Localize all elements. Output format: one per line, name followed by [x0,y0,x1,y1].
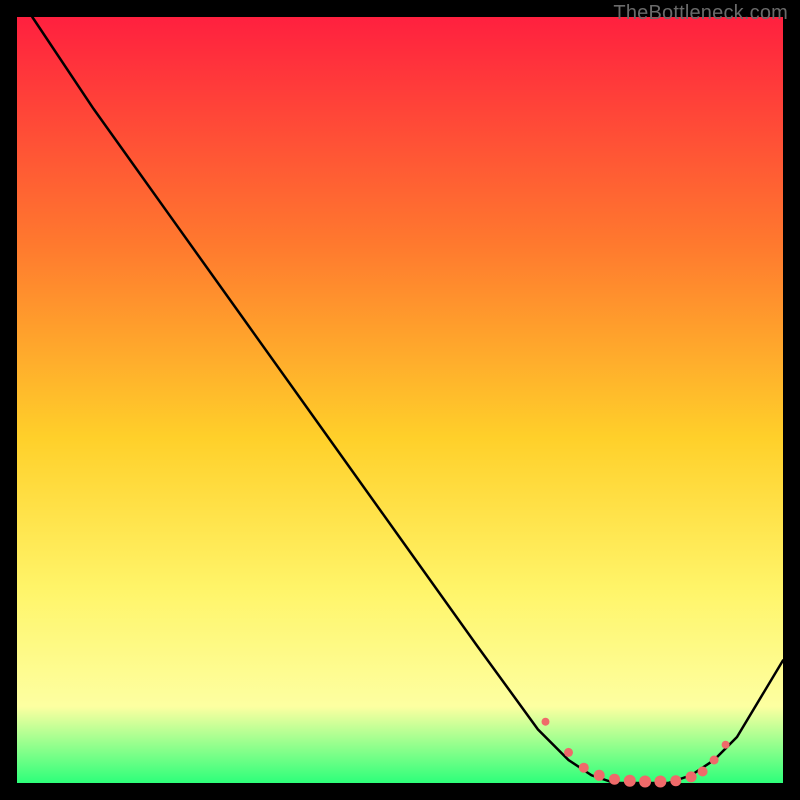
dot [579,763,589,773]
dot [542,718,550,726]
dot [624,775,636,787]
stage: TheBottleneck.com [0,0,800,800]
dot [594,770,605,781]
dot [686,771,697,782]
dot [639,776,651,788]
watermark-text: TheBottleneck.com [613,2,788,25]
dot [670,775,681,786]
gradient-panel [17,17,783,783]
dot [654,776,666,788]
dot [698,767,708,777]
dot [564,748,573,757]
dot [722,741,730,749]
dot [609,774,620,785]
dot [710,756,719,765]
bottleneck-chart [0,0,800,800]
